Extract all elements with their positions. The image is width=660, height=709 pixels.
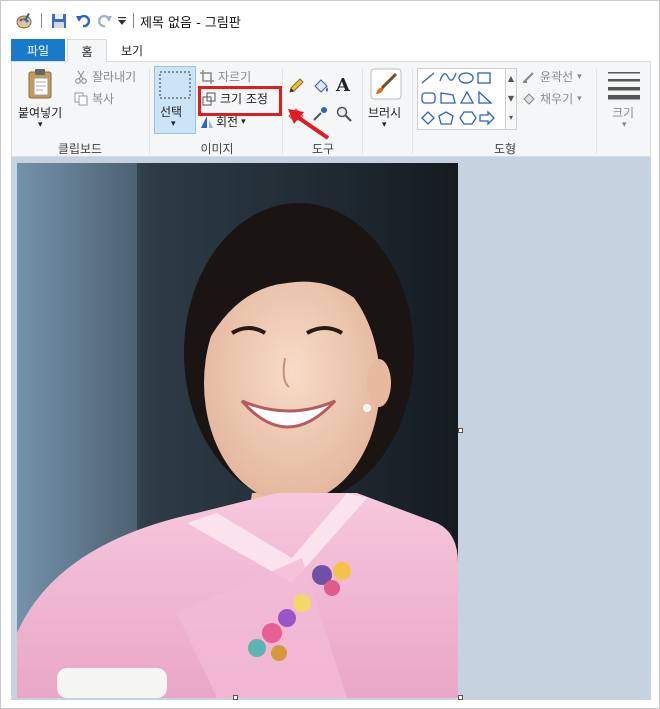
shapes-gallery[interactable] [417, 68, 507, 130]
size-button[interactable]: 크기 [612, 104, 634, 121]
ribbon: 붙여넣기 ▾ 잘라내기 복사 클립보드 선택 ▾ 자르기 크기 조정 회전 ▾ … [11, 61, 651, 157]
scissors-icon [74, 70, 88, 84]
select-button[interactable]: 선택 ▾ [154, 66, 196, 134]
save-icon[interactable] [49, 11, 69, 31]
fill-button[interactable]: 채우기 ▾ [522, 90, 582, 107]
crop-button[interactable]: 자르기 [200, 68, 251, 85]
resize-highlight-box [198, 86, 282, 116]
crop-icon [200, 69, 214, 84]
copy-label: 복사 [92, 92, 115, 106]
cut-button[interactable]: 잘라내기 [74, 68, 136, 85]
text-tool-icon[interactable]: A [336, 75, 350, 96]
ribbon-tabs: 파일 홈 보기 [1, 39, 659, 62]
paint-app-icon[interactable] [13, 11, 35, 31]
rotate-icon [200, 115, 214, 129]
fill-bucket-icon[interactable] [312, 78, 330, 94]
paste-dropdown-icon[interactable]: ▾ [38, 120, 43, 130]
fill-icon [522, 92, 536, 106]
tab-home[interactable]: 홈 [67, 39, 107, 62]
resize-handle-bottom[interactable] [233, 695, 238, 700]
pencil-icon[interactable] [288, 78, 304, 94]
gallery-expand-icon[interactable]: ▾ [506, 109, 516, 127]
cut-label: 잘라내기 [92, 70, 137, 84]
tab-file[interactable]: 파일 [11, 39, 65, 61]
paste-icon[interactable] [26, 68, 56, 100]
shapes-gallery-icons [421, 72, 495, 126]
tab-view[interactable]: 보기 [109, 39, 155, 61]
brushes-dropdown-icon[interactable]: ▾ [382, 120, 387, 130]
paint-window: 제목 없음 - 그림판 파일 홈 보기 붙여넣기 ▾ 잘라내기 복사 클립보드 [0, 0, 660, 709]
select-label: 선택 [160, 105, 183, 119]
rotate-dropdown-icon[interactable]: ▾ [241, 117, 246, 127]
paste-label: 붙여넣기 [18, 106, 63, 120]
copy-icon [74, 92, 88, 106]
redo-icon[interactable] [95, 11, 115, 31]
canvas-photo[interactable] [17, 163, 458, 698]
red-arrow-icon [284, 106, 332, 145]
size-label: 크기 [612, 106, 635, 120]
select-dropdown-icon[interactable]: ▾ [171, 119, 176, 129]
brushes-label: 브러시 [368, 106, 402, 120]
group-label-clipboard: 클립보드 [57, 142, 103, 156]
group-label-shapes: 도형 [493, 142, 517, 156]
crop-label: 자르기 [218, 70, 252, 84]
title-bar: 제목 없음 - 그림판 [1, 1, 659, 39]
brushes-button[interactable]: 브러시 [368, 104, 401, 121]
outline-label: 윤곽선 [540, 70, 574, 84]
fill-dropdown-icon[interactable]: ▾ [577, 94, 582, 104]
canvas-workspace[interactable] [11, 157, 651, 700]
shapes-gallery-scrollbar[interactable]: ▲ ▼ ▾ [505, 68, 517, 130]
group-label-image: 이미지 [200, 142, 234, 156]
size-icon[interactable] [608, 70, 640, 100]
resize-handle-right[interactable] [458, 428, 463, 433]
magnifier-icon[interactable] [336, 106, 352, 122]
outline-dropdown-icon[interactable]: ▾ [577, 72, 582, 82]
select-rectangle-icon [159, 71, 191, 99]
outline-button[interactable]: 윤곽선 ▾ [522, 68, 582, 85]
scroll-up-icon[interactable]: ▲ [506, 69, 516, 89]
portrait-image [17, 163, 458, 698]
outline-icon [522, 70, 536, 84]
paste-button[interactable]: 붙여넣기 [18, 104, 62, 121]
customize-toolbar-icon[interactable] [115, 11, 129, 31]
copy-button[interactable]: 복사 [74, 90, 114, 107]
size-dropdown-icon[interactable]: ▾ [622, 120, 627, 130]
window-title: 제목 없음 - 그림판 [140, 16, 241, 31]
resize-handle-corner[interactable] [458, 695, 463, 700]
undo-icon[interactable] [73, 11, 93, 31]
fill-label: 채우기 [540, 92, 574, 106]
brush-icon[interactable] [370, 68, 402, 100]
scroll-down-icon[interactable]: ▼ [506, 89, 516, 109]
